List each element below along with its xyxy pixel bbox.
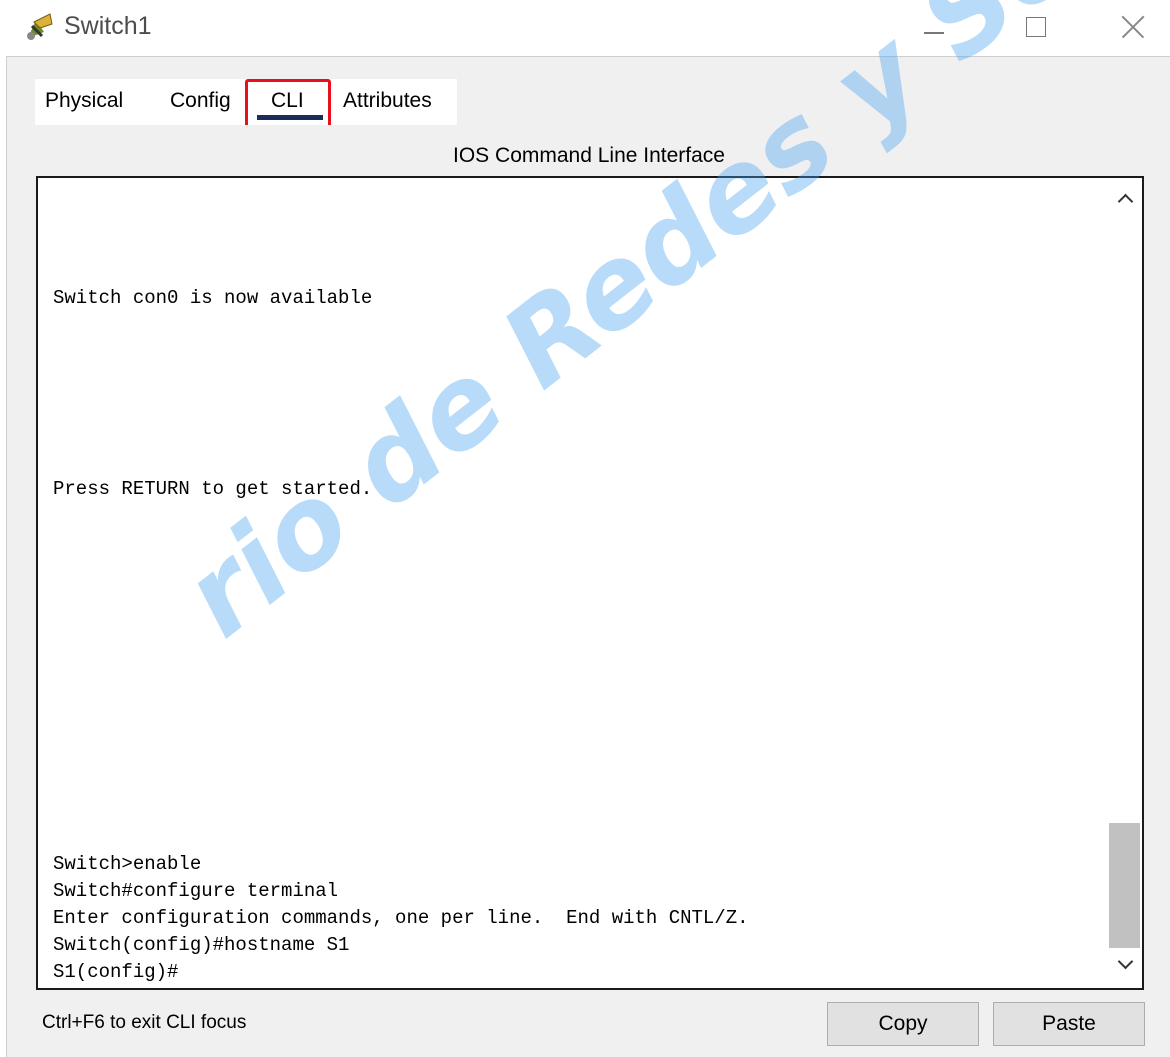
- paste-button[interactable]: Paste: [993, 1002, 1145, 1046]
- console-line: Switch(config)#hostname S1: [53, 934, 350, 956]
- tab-config[interactable]: Config: [170, 89, 231, 113]
- cli-tab-highlight-box: [245, 79, 331, 129]
- tab-attributes[interactable]: Attributes: [343, 89, 432, 113]
- console-line: Switch#configure terminal: [53, 880, 339, 902]
- close-icon[interactable]: [1112, 6, 1156, 46]
- network-switch-icon: [27, 13, 53, 40]
- window-title: Switch1: [64, 12, 152, 40]
- console-line: S1(config)#: [53, 961, 179, 983]
- copy-button[interactable]: Copy: [827, 1002, 979, 1046]
- tab-strip: Physical Config CLI Attributes: [35, 79, 457, 129]
- console-line: Enter configuration commands, one per li…: [53, 907, 749, 929]
- scroll-up-icon[interactable]: [1108, 178, 1142, 218]
- console-line: Switch con0 is now available: [53, 287, 373, 309]
- console-line: Press RETURN to get started.: [53, 478, 373, 500]
- cli-focus-hint: Ctrl+F6 to exit CLI focus: [42, 1012, 247, 1033]
- console-output[interactable]: Switch con0 is now available Press RETUR…: [53, 178, 1103, 988]
- panel-heading: IOS Command Line Interface: [453, 144, 725, 167]
- scroll-down-icon[interactable]: [1108, 948, 1142, 988]
- tab-physical[interactable]: Physical: [45, 89, 123, 113]
- maximize-icon[interactable]: [1016, 6, 1060, 46]
- minimize-icon[interactable]: [912, 6, 956, 46]
- console-scrollbar[interactable]: [1108, 178, 1142, 988]
- scroll-thumb[interactable]: [1109, 823, 1140, 948]
- console-line: Switch>enable: [53, 853, 202, 875]
- title-bar: Switch1: [0, 0, 1170, 55]
- cli-console[interactable]: Switch con0 is now available Press RETUR…: [36, 176, 1144, 990]
